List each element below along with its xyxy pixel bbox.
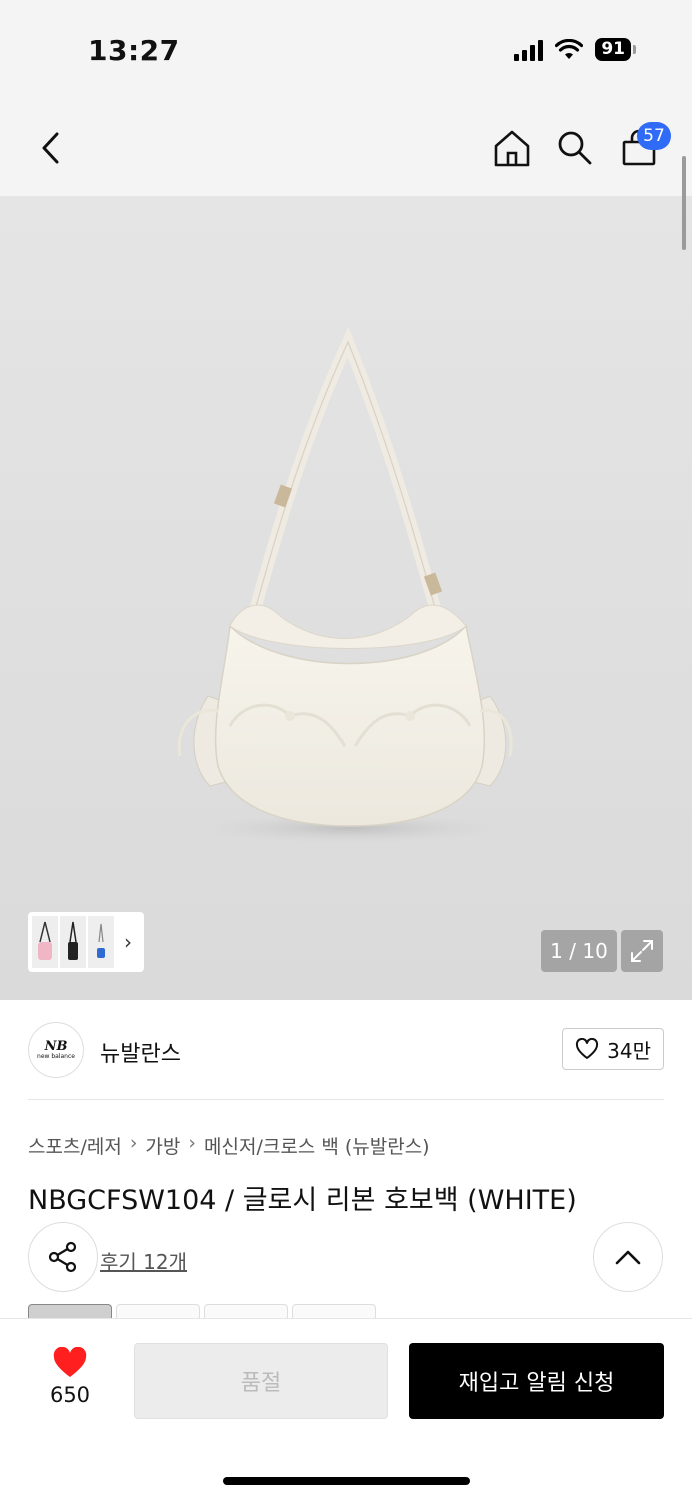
back-button[interactable] bbox=[26, 124, 74, 172]
chevron-right-icon: › bbox=[124, 930, 132, 954]
heart-outline-icon bbox=[576, 1038, 599, 1059]
product-title: NBGCFSW104 / 글로시 리본 호보백 (WHITE) bbox=[28, 1185, 577, 1216]
status-bar: 13:27 91 bbox=[0, 0, 692, 100]
search-button[interactable] bbox=[551, 124, 599, 172]
scrollbar[interactable] bbox=[682, 156, 686, 250]
soldout-button: 품절 bbox=[134, 1343, 388, 1419]
heart-filled-icon bbox=[53, 1347, 87, 1377]
chevron-right-icon: › bbox=[129, 1132, 138, 1154]
battery-level: 91 bbox=[595, 38, 631, 61]
review-link[interactable]: 후기 12개 bbox=[100, 1246, 187, 1275]
cart-button[interactable]: 57 bbox=[615, 122, 671, 172]
option-tab[interactable] bbox=[116, 1304, 200, 1318]
brand-logo[interactable]: NB new balance bbox=[28, 1022, 84, 1078]
color-thumbnail-strip[interactable]: › bbox=[28, 912, 144, 972]
scroll-to-top-button[interactable] bbox=[593, 1222, 663, 1292]
bottom-action-bar: 650 품절 재입고 알림 신청 bbox=[0, 1318, 692, 1500]
brand-like-button[interactable]: 34만 bbox=[562, 1028, 664, 1070]
thumbnail-pink[interactable] bbox=[32, 916, 58, 968]
divider bbox=[28, 1099, 664, 1100]
wishlist-count: 650 bbox=[49, 1383, 91, 1407]
home-indicator bbox=[223, 1477, 470, 1485]
signal-icon bbox=[514, 39, 544, 61]
share-icon bbox=[48, 1241, 77, 1273]
option-tab[interactable] bbox=[204, 1304, 288, 1318]
image-page-indicator: 1 / 10 bbox=[541, 930, 617, 972]
status-icons: 91 bbox=[514, 38, 636, 61]
share-button[interactable] bbox=[28, 1222, 98, 1292]
expand-icon bbox=[631, 940, 653, 962]
battery-icon: 91 bbox=[595, 38, 636, 61]
wifi-icon bbox=[555, 38, 584, 59]
thumbnail-black[interactable] bbox=[60, 916, 86, 968]
brand-like-count: 34만 bbox=[607, 1038, 651, 1063]
breadcrumb: 스포츠/레저 › 가방 › 메신저/크로스 백 (뉴발란스) bbox=[28, 1132, 430, 1159]
nav-bar: 57 bbox=[0, 100, 692, 196]
option-tab[interactable] bbox=[292, 1304, 376, 1318]
home-button[interactable] bbox=[488, 124, 536, 172]
chevron-right-icon: › bbox=[188, 1132, 196, 1154]
brand-row: NB new balance 뉴발란스 34만 bbox=[28, 1022, 664, 1080]
product-image-gallery[interactable]: › 1 / 10 bbox=[0, 196, 692, 1000]
chevron-up-icon bbox=[615, 1250, 641, 1265]
breadcrumb-item[interactable]: 가방 bbox=[145, 1132, 180, 1159]
product-image bbox=[177, 326, 513, 844]
status-time: 13:27 bbox=[88, 34, 180, 67]
expand-image-button[interactable] bbox=[621, 930, 663, 972]
breadcrumb-item[interactable]: 스포츠/레저 bbox=[28, 1132, 122, 1159]
nb-logo-mark: NB bbox=[44, 1038, 68, 1054]
restock-alert-button[interactable]: 재입고 알림 신청 bbox=[409, 1343, 664, 1419]
brand-logo-text: new balance bbox=[37, 1052, 75, 1060]
option-tab[interactable] bbox=[28, 1304, 112, 1318]
home-icon bbox=[494, 130, 530, 167]
brand-name[interactable]: 뉴발란스 bbox=[100, 1036, 181, 1068]
wishlist-button[interactable]: 650 bbox=[36, 1347, 104, 1407]
thumbnail-blue[interactable] bbox=[88, 916, 114, 968]
search-icon bbox=[558, 131, 592, 165]
breadcrumb-item[interactable]: 메신저/크로스 백 (뉴발란스) bbox=[204, 1132, 430, 1159]
cart-count-badge: 57 bbox=[637, 122, 671, 150]
chevron-left-icon bbox=[42, 132, 59, 164]
